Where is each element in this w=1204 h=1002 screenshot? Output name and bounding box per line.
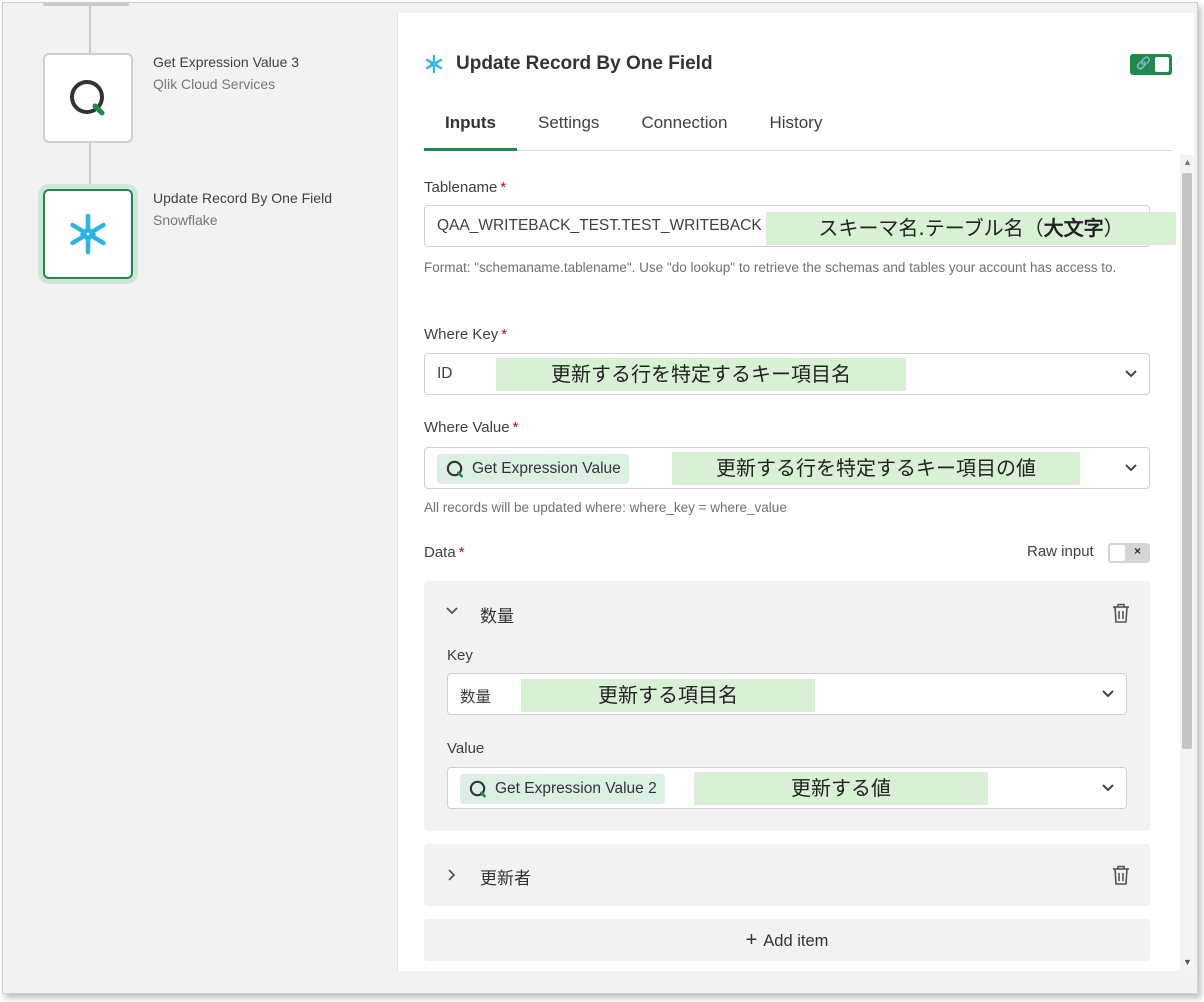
tab-bar: Inputs Settings Connection History bbox=[424, 109, 1172, 151]
node-title: Update Record By One Field bbox=[153, 190, 332, 206]
scroll-up-icon[interactable]: ▲ bbox=[1183, 157, 1192, 167]
node-title: Get Expression Value 3 bbox=[153, 54, 300, 70]
snowflake-icon bbox=[70, 213, 106, 255]
qlik-icon bbox=[469, 780, 486, 798]
data-item-name: 更新者 bbox=[480, 869, 531, 889]
where-value-annotation: 更新する行を特定するキー項目の値 bbox=[672, 452, 1080, 485]
tablename-annotation: スキーマ名.テーブル名（大文字） bbox=[766, 212, 1176, 245]
key-annotation: 更新する項目名 bbox=[521, 679, 815, 712]
tablename-help: Format: "schemaname.tablename". Use "do … bbox=[424, 260, 1117, 275]
scrollbar[interactable]: ▲ ▼ bbox=[1180, 155, 1194, 971]
node-update-record-by-one-field[interactable] bbox=[43, 189, 133, 279]
raw-input-toggle[interactable]: × bbox=[1108, 543, 1150, 563]
data-item: 更新者 bbox=[424, 844, 1150, 906]
link-toggle[interactable]: 🔗 bbox=[1130, 54, 1172, 75]
chevron-down-icon[interactable] bbox=[1100, 779, 1116, 795]
where-value-help: All records will be updated where: where… bbox=[424, 500, 787, 515]
toggle-knob bbox=[1155, 57, 1169, 72]
value-label: Value bbox=[447, 740, 485, 757]
data-item: 数量 Key 数量 更新する項目名 Value Get Expression V… bbox=[424, 581, 1150, 831]
snowflake-icon bbox=[425, 54, 443, 74]
chevron-down-icon[interactable] bbox=[444, 603, 460, 619]
data-item-name: 数量 bbox=[480, 607, 514, 627]
add-item-label: Add item bbox=[763, 932, 829, 950]
add-item-button[interactable]: + Add item bbox=[424, 919, 1150, 961]
key-label: Key bbox=[447, 647, 473, 664]
plus-icon: + bbox=[745, 929, 758, 951]
where-value-label: Where Value * bbox=[424, 419, 519, 436]
scrollbar-thumb[interactable] bbox=[1182, 173, 1192, 749]
panel-header: Update Record By One Field bbox=[424, 53, 713, 75]
expression-chip[interactable]: Get Expression Value bbox=[437, 454, 629, 484]
tab-settings[interactable]: Settings bbox=[517, 109, 620, 151]
tab-history[interactable]: History bbox=[748, 109, 843, 151]
qlik-icon bbox=[446, 460, 463, 478]
node-get-expression-value-3[interactable] bbox=[43, 53, 133, 143]
chevron-down-icon[interactable] bbox=[1123, 459, 1139, 475]
key-value: 数量 bbox=[460, 688, 492, 706]
previous-node-edge bbox=[43, 3, 129, 6]
toggle-knob bbox=[1110, 545, 1125, 561]
chip-label: Get Expression Value 2 bbox=[495, 780, 657, 797]
chevron-right-icon[interactable] bbox=[444, 867, 460, 883]
chip-label: Get Expression Value bbox=[472, 460, 621, 477]
raw-input-label: Raw input bbox=[1027, 543, 1094, 560]
close-icon: × bbox=[1134, 544, 1142, 558]
tab-connection[interactable]: Connection bbox=[620, 109, 748, 151]
where-key-label: Where Key * bbox=[424, 326, 508, 343]
tablename-label: Tablename * bbox=[424, 179, 507, 196]
panel-title: Update Record By One Field bbox=[456, 53, 713, 74]
node-subtitle: Qlik Cloud Services bbox=[153, 76, 276, 92]
chevron-down-icon[interactable] bbox=[1123, 365, 1139, 381]
tab-inputs[interactable]: Inputs bbox=[424, 109, 517, 151]
trash-icon[interactable] bbox=[1112, 865, 1130, 885]
flow-connector bbox=[89, 143, 91, 189]
expression-chip[interactable]: Get Expression Value 2 bbox=[460, 774, 665, 804]
where-key-value: ID bbox=[437, 365, 453, 382]
config-panel: Update Record By One Field 🔗 Inputs Sett… bbox=[397, 13, 1194, 971]
tablename-value: QAA_WRITEBACK_TEST.TEST_WRITEBACK bbox=[437, 217, 762, 234]
trash-icon[interactable] bbox=[1112, 603, 1130, 623]
data-label: Data * bbox=[424, 544, 465, 561]
value-annotation: 更新する値 bbox=[694, 772, 988, 805]
flow-connector bbox=[89, 3, 91, 53]
link-icon: 🔗 bbox=[1136, 56, 1151, 70]
node-subtitle: Snowflake bbox=[153, 212, 218, 228]
qlik-icon bbox=[70, 80, 105, 116]
scroll-down-icon[interactable]: ▼ bbox=[1183, 957, 1192, 967]
app-window: Get Expression Value 3 Qlik Cloud Servic… bbox=[2, 2, 1198, 994]
chevron-down-icon[interactable] bbox=[1100, 685, 1116, 701]
where-key-annotation: 更新する行を特定するキー項目名 bbox=[496, 358, 906, 391]
